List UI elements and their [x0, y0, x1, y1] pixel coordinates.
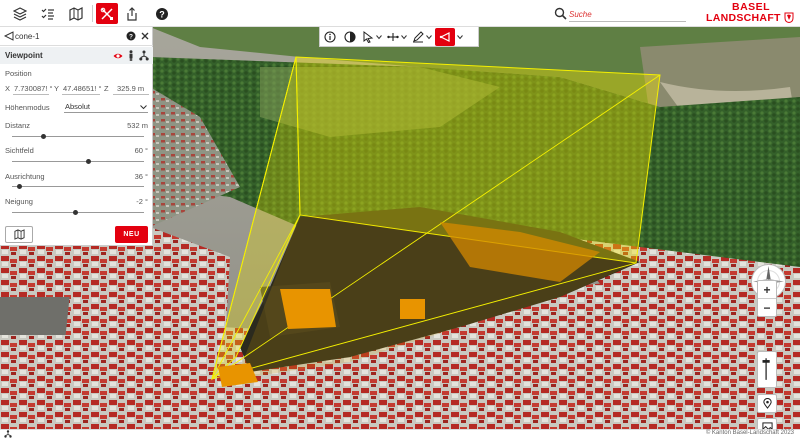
slider-knob[interactable] — [17, 184, 23, 189]
search-input[interactable] — [569, 7, 686, 22]
y-underline — [62, 94, 100, 95]
footer: © Kanton Basel-Landschaft 2023 — [0, 429, 800, 438]
slider-knob[interactable] — [72, 210, 78, 215]
draw-button[interactable] — [410, 28, 426, 46]
select-tool-button[interactable] — [360, 28, 376, 46]
map-compare-button[interactable] — [5, 226, 33, 243]
legend-button[interactable] — [37, 3, 59, 24]
map-toolbar — [319, 27, 479, 47]
panel-title: cone-1 — [15, 32, 40, 41]
layers-button[interactable] — [9, 3, 31, 24]
height-mode-select[interactable]: Absolut — [64, 101, 148, 113]
eye-icon[interactable] — [113, 51, 123, 61]
tilt-slider[interactable] — [757, 351, 777, 388]
pen-icon — [413, 30, 424, 42]
pitch-label: Neigung — [5, 197, 33, 206]
fov-value: 60 ° — [134, 146, 148, 155]
pointer-icon — [363, 30, 374, 43]
slider-knob[interactable] — [41, 134, 47, 139]
basemap-icon — [761, 422, 773, 429]
section-title: Viewpoint — [5, 51, 43, 60]
info-button[interactable] — [320, 28, 340, 46]
fov-label: Sichtfeld — [5, 146, 34, 155]
share-icon — [127, 6, 137, 21]
list-check-icon — [41, 8, 54, 20]
slider-knob[interactable] — [86, 159, 92, 164]
viewshed-icon — [4, 31, 14, 41]
hierarchy-icon[interactable] — [139, 50, 149, 61]
map-icon — [69, 6, 83, 21]
map-compare-button[interactable] — [65, 3, 87, 24]
zoom-controls: + − — [757, 280, 777, 317]
coat-of-arms-icon — [784, 12, 794, 23]
person-icon[interactable] — [127, 50, 135, 61]
viewshed-icon — [439, 31, 450, 42]
copyright-text[interactable]: © Kanton Basel-Landschaft 2023 — [706, 430, 794, 436]
logo-line-2: LANDSCHAFT — [706, 12, 781, 24]
viewshed-tool-button[interactable] — [435, 27, 455, 46]
zoom-in-button[interactable]: + — [758, 281, 776, 298]
distance-slider[interactable] — [12, 134, 144, 139]
z-value[interactable]: 325.9 m — [117, 84, 144, 93]
top-toolbar: ? BASEL LANDSCHAFT — [0, 0, 800, 27]
y-label: Y — [54, 84, 60, 93]
viewpoint-section-header: Viewpoint — [0, 47, 153, 64]
measure-icon — [387, 32, 399, 41]
toolbar-divider — [92, 5, 93, 22]
heading-slider[interactable] — [12, 184, 144, 189]
panel-header: cone-1 ? — [0, 27, 153, 46]
search-icon[interactable] — [554, 7, 567, 20]
help-icon: ? — [156, 7, 168, 20]
tools-icon — [100, 7, 113, 20]
chevron-down-icon[interactable] — [457, 34, 463, 40]
shadow-button[interactable] — [340, 28, 360, 46]
new-button[interactable]: NEU — [115, 226, 148, 243]
y-value[interactable]: 47.48651! ° — [63, 84, 101, 93]
zoom-out-button[interactable]: − — [758, 299, 776, 316]
height-mode-label: Höhenmodus — [5, 103, 50, 112]
distance-label: Distanz — [5, 121, 31, 130]
distance-value: 532 m — [127, 121, 148, 130]
fov-slider[interactable] — [12, 159, 144, 164]
help-icon[interactable]: ? — [126, 31, 136, 41]
basemap-button[interactable] — [757, 418, 777, 429]
map-icon — [13, 229, 25, 240]
chevron-down-icon[interactable] — [401, 34, 407, 40]
svg-text:?: ? — [129, 34, 133, 41]
tools-button[interactable] — [96, 3, 118, 24]
basel-landschaft-logo: BASEL LANDSCHAFT — [704, 1, 798, 26]
locate-button[interactable] — [757, 394, 777, 413]
chevron-down-icon[interactable] — [426, 34, 432, 40]
info-icon — [324, 30, 336, 43]
heading-value: 36 ° — [134, 172, 148, 181]
x-value[interactable]: 7.730087! ° — [14, 84, 52, 93]
location-pin-icon — [762, 398, 772, 409]
tilt-handle-icon — [762, 358, 770, 380]
z-underline — [113, 94, 149, 95]
height-mode-value: Absolut — [65, 102, 91, 111]
measure-button[interactable] — [385, 28, 401, 46]
viewpoint-panel: cone-1 ? Viewpoint Position X 7.730087! … — [0, 27, 153, 246]
shadow-icon — [344, 30, 356, 43]
pitch-slider[interactable] — [12, 210, 144, 215]
svg-text:?: ? — [159, 9, 165, 19]
position-label: Position — [5, 69, 32, 78]
help-button[interactable]: ? — [151, 3, 173, 24]
close-icon[interactable] — [140, 31, 150, 41]
chevron-down-icon — [140, 105, 147, 110]
share-button[interactable] — [121, 3, 143, 24]
x-label: X — [5, 84, 11, 93]
z-label: Z — [104, 84, 109, 93]
pitch-value: -2 ° — [136, 197, 148, 206]
chevron-down-icon[interactable] — [376, 34, 382, 40]
heading-label: Ausrichtung — [5, 172, 45, 181]
layers-icon — [13, 6, 27, 21]
x-underline — [13, 94, 49, 95]
